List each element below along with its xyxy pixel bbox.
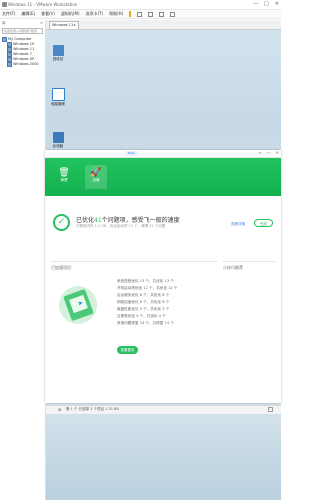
app-window-controls: ≡ — ✕	[258, 150, 279, 155]
app-header-toolbar: 🗑 清理 🚀 加速	[45, 158, 281, 196]
list-item: 开机启动项优化 12 个，共优化 12 个	[117, 286, 178, 290]
fullscreen-icon[interactable]	[148, 11, 154, 17]
console-icon[interactable]	[170, 11, 176, 17]
menu-help[interactable]: 帮助(H)	[109, 11, 123, 17]
tree-label: Windows 2000	[13, 62, 39, 66]
shield-app-icon	[51, 88, 65, 101]
menu-icon[interactable]: ≡	[258, 150, 261, 155]
start-icon[interactable]: ⊞	[58, 407, 61, 412]
headline-count: 41	[94, 217, 102, 224]
status-headline: 已优化41个问题项，感受飞一般的速度	[76, 215, 180, 224]
desktop-icon-label: 回收站	[52, 57, 64, 61]
panel-title: 小技巧推荐	[223, 265, 243, 270]
desktop-icon-label: 电脑管家	[51, 102, 65, 106]
menu-view[interactable]: 查看(V)	[41, 11, 55, 17]
tool-label: 加速	[92, 178, 100, 182]
speedup-illustration: ➤	[59, 282, 101, 328]
vm-icon	[7, 62, 12, 67]
guest-taskbar: ⊞ 第 1 个 已选择 1 个项目 1.31 KB	[46, 405, 281, 414]
minimize-icon[interactable]: —	[253, 1, 258, 7]
tab-windows-11[interactable]: Windows 11 ×	[49, 21, 79, 29]
menu-vm[interactable]: 虚拟机(M)	[61, 11, 80, 17]
library-title: 库	[2, 21, 6, 25]
trash-icon: 🗑	[58, 168, 70, 178]
status-subtext: 已释放内存 1.2 GB，优化启动项 12 个，清理 41 个问题	[76, 224, 166, 228]
snapshot-icon[interactable]	[137, 11, 143, 17]
tool-speedup[interactable]: 🚀 加速	[89, 168, 103, 183]
tree-item-vm[interactable]: Windows 2000	[2, 62, 43, 67]
desktop-icon-recycle-bin[interactable]: 回收站	[50, 45, 66, 62]
vm-titlebar: Windows 11 - VMware Workstation — □ ✕	[0, 0, 281, 10]
check-circle-icon: ✓	[53, 214, 70, 231]
view-more-button[interactable]: 查看更多	[117, 346, 138, 354]
unity-icon[interactable]	[159, 11, 165, 17]
view-details-link[interactable]: 查看详情	[231, 222, 245, 227]
pause-icon[interactable]	[129, 11, 132, 17]
app-titlebar: Beta ≡ — ✕	[45, 150, 281, 158]
minimize-icon[interactable]: —	[267, 150, 271, 155]
library-panel: 库 ✕ 在此处键入内容进行搜索 My Computer Windows 10 W…	[0, 20, 46, 500]
maximize-icon[interactable]: □	[264, 1, 269, 7]
vm-menubar: 文件(F) 编辑(E) 查看(V) 虚拟机(M) 选项卡(T) 帮助(H)	[0, 10, 281, 19]
vmware-logo-icon	[2, 2, 7, 7]
menu-tabs[interactable]: 选项卡(T)	[86, 11, 104, 17]
menu-edit[interactable]: 编辑(E)	[21, 11, 35, 17]
list-item: 后台服务优化 8 个，共优化 8 个	[117, 293, 170, 297]
close-icon[interactable]: ✕	[276, 150, 279, 155]
library-tree: My Computer Windows 10 Windows 11 Window…	[0, 35, 45, 69]
done-button[interactable]: 完成	[254, 219, 273, 227]
panel-title: 已加速项目	[51, 265, 71, 270]
window-controls: — □ ✕	[253, 1, 279, 7]
menu-file[interactable]: 文件(F)	[2, 11, 15, 17]
beta-badge: Beta	[125, 151, 138, 156]
tool-label: 清理	[60, 178, 68, 182]
taskbar-status-text: 第 1 个 已选择 1 个项目 1.31 KB	[66, 407, 119, 411]
library-header: 库 ✕	[0, 20, 45, 27]
list-item: 系统进程优化 13 个，共优化 13 个	[117, 279, 174, 283]
desktop-icon-label: 此电脑	[52, 144, 64, 148]
headline-suffix: 个问题项，感受飞一般的速度	[101, 217, 180, 224]
optimization-status: ✓ 已优化41个问题项，感受飞一般的速度 已释放内存 1.2 GB，优化启动项 …	[53, 214, 273, 234]
vm-window-title: Windows 11 - VMware Workstation	[8, 2, 78, 7]
headline-prefix: 已优化	[76, 217, 95, 224]
computer-icon	[52, 132, 64, 143]
recycle-bin-icon	[52, 45, 64, 56]
optimizer-app-window: Beta ≡ — ✕ 🗑 清理 🚀 加速 ✓ 已优化41个问题项，感受飞一般的速…	[45, 150, 281, 403]
list-item: 磁盘性能优化 5 个，共优化 5 个	[117, 307, 170, 311]
list-item: 网络加速优化 6 个，共优化 6 个	[117, 300, 170, 304]
desktop-icon-this-pc[interactable]: 此电脑	[50, 132, 66, 149]
tab-label: Windows 11	[52, 23, 74, 27]
close-icon[interactable]: ✕	[275, 1, 279, 7]
desktop-icon-security-app[interactable]: 电脑管家	[50, 88, 66, 107]
close-icon[interactable]: ✕	[40, 21, 43, 25]
accelerated-items-panel: 已加速项目 ➤ 系统进程优化 13 个，共优化 13 个 开机启动项优化 12 …	[51, 261, 217, 390]
notification-icon[interactable]	[268, 407, 273, 412]
library-search-input[interactable]: 在此处键入内容进行搜索	[2, 28, 43, 34]
vm-tab-bar: Windows 11 ×	[46, 20, 281, 30]
list-item: 注册表优化 4 个，共优化 4 个	[117, 314, 166, 318]
tips-panel: 小技巧推荐	[223, 261, 275, 390]
rocket-icon: 🚀	[90, 168, 102, 178]
list-item: 其他问题修复 14 个，共修复 14 个	[117, 321, 174, 325]
fix-items-list: 系统进程优化 13 个，共优化 13 个 开机启动项优化 12 个，共优化 12…	[117, 278, 213, 327]
tool-clean[interactable]: 🗑 清理	[57, 168, 71, 183]
close-icon[interactable]: ×	[73, 22, 76, 29]
